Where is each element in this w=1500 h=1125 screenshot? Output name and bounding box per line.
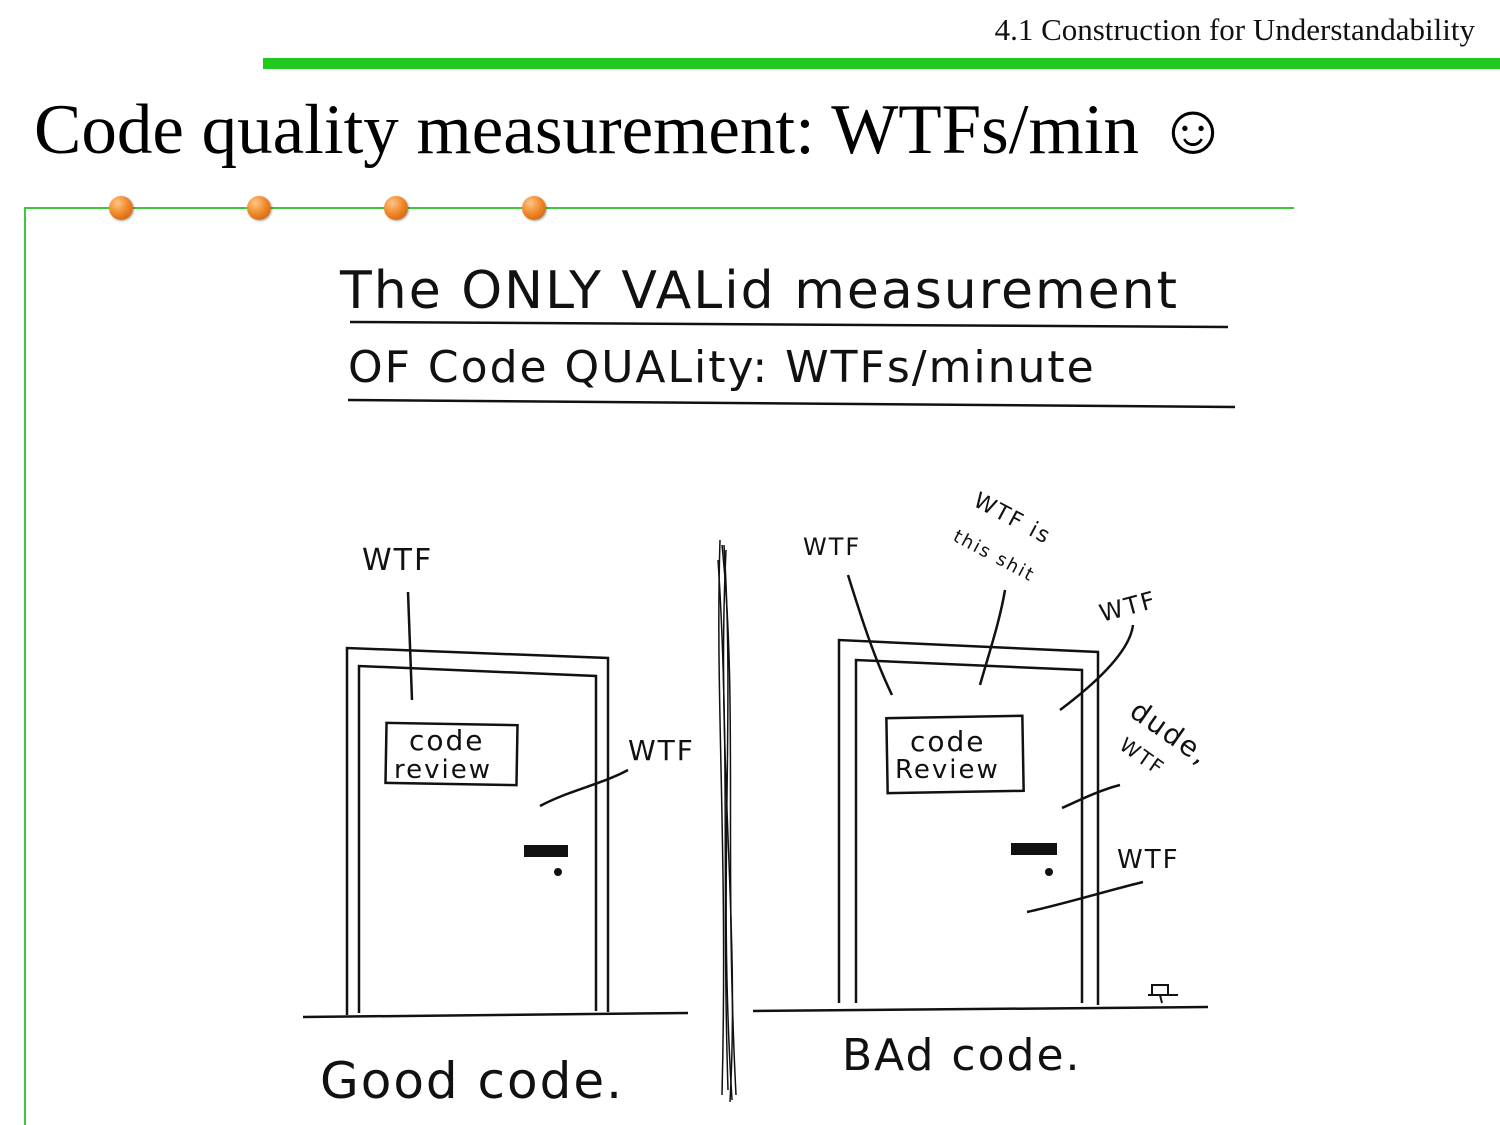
bad-exclamation: WTF <box>803 533 861 561</box>
keyhole-icon <box>1045 868 1053 876</box>
wtf-comic-illustration: The ONLY VALid measurement OF Code QUALi… <box>302 261 1236 1110</box>
good-sign-line1: code <box>409 724 485 757</box>
bad-code-door <box>837 574 1144 1005</box>
good-code-door <box>345 591 629 1015</box>
keyhole-icon <box>554 868 562 876</box>
bad-sign-line1: code <box>910 725 986 758</box>
caption-underline <box>349 320 1229 329</box>
comic-caption-line2: OF Code QUALity: WTFs/minute <box>348 342 1096 393</box>
bad-sign-line2: Review <box>895 755 1000 785</box>
panel-divider-scribble <box>717 539 737 1103</box>
good-floor-line <box>302 1011 689 1019</box>
good-sign-line2: review <box>394 755 492 785</box>
good-exclamation: WTF <box>362 543 433 578</box>
door-handle-icon <box>1011 843 1057 855</box>
good-exclamation: WTF <box>628 734 695 767</box>
bad-exclamation: WTF <box>1096 586 1159 628</box>
bad-code-label: BAd code. <box>842 1030 1082 1081</box>
door-handle-icon <box>524 845 568 857</box>
comic-caption-line1: The ONLY VALid measurement <box>339 261 1179 321</box>
good-code-label: Good code. <box>320 1052 624 1110</box>
bad-exclamation: WTF <box>1117 845 1180 875</box>
caption-underline <box>347 398 1236 409</box>
bad-floor-line <box>752 1005 1209 1013</box>
artist-signature-icon <box>1148 984 1178 1004</box>
